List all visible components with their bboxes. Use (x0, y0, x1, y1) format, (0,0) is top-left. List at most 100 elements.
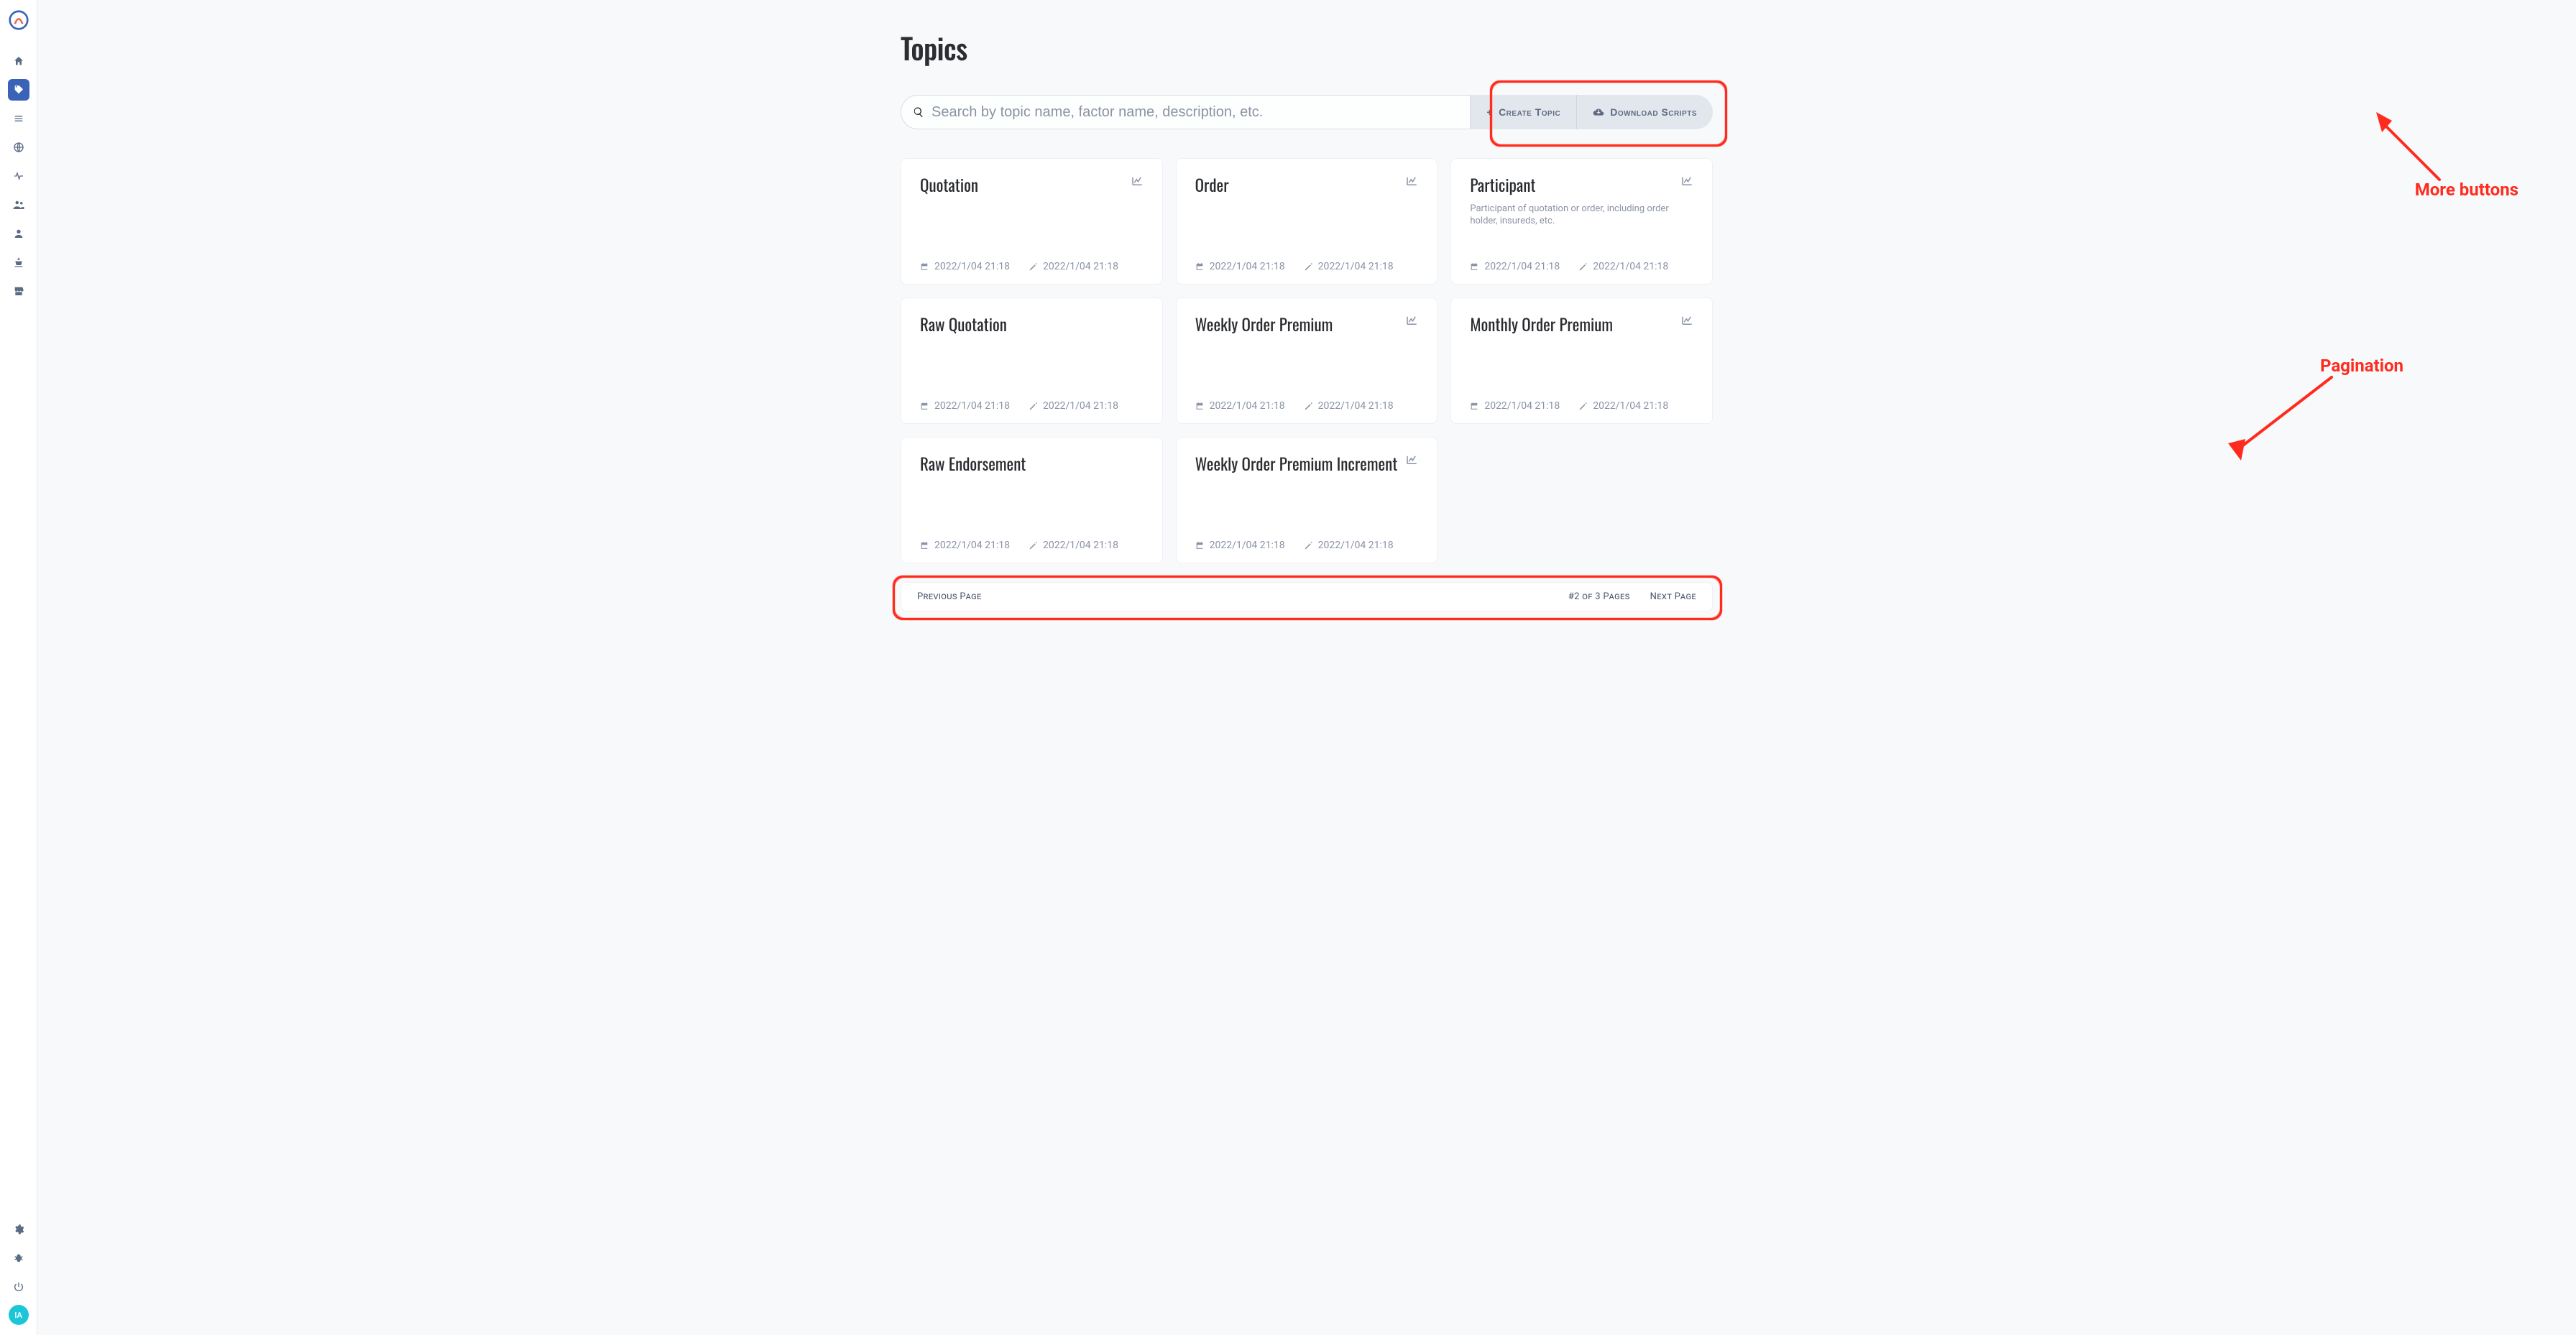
card-description: Participant of quotation or order, inclu… (1470, 203, 1693, 228)
topic-card[interactable]: Weekly Order Premium Increment 2022/1/04 … (1176, 437, 1438, 563)
annotation-label-more-buttons: More buttons (2415, 180, 2518, 200)
cloud-download-icon (1593, 106, 1604, 118)
pencil-icon (1304, 402, 1313, 411)
topic-card[interactable]: Quotation 2022/1/04 21:18 2022/1/04 21:18 (901, 158, 1163, 285)
main: Topics + Create Topic Download Scripts (37, 0, 2576, 1335)
pencil-icon (1578, 262, 1588, 272)
card-created: 2022/1/04 21:18 (1195, 540, 1285, 551)
calendar-icon (920, 541, 929, 550)
card-title: Raw Endorsement (920, 453, 1026, 474)
nav-users[interactable] (8, 194, 29, 216)
nav-topics[interactable] (8, 79, 29, 101)
card-created: 2022/1/04 21:18 (1195, 261, 1285, 272)
power-icon (13, 1281, 24, 1293)
card-title: Weekly Order Premium Increment (1195, 453, 1398, 474)
annotation-arrow-more-buttons (2368, 108, 2454, 187)
topic-card[interactable]: Raw Endorsement 2022/1/04 21:18 2022/1/04 … (901, 437, 1163, 563)
toolbar: + Create Topic Download Scripts (901, 95, 1713, 129)
card-created: 2022/1/04 21:18 (1470, 261, 1560, 272)
nav-app[interactable] (8, 251, 29, 273)
prev-page-link[interactable]: Previous Page (917, 591, 982, 602)
card-modified: 2022/1/04 21:18 (1304, 540, 1394, 551)
create-topic-button[interactable]: + Create Topic (1471, 95, 1576, 129)
card-modified: 2022/1/04 21:18 (1304, 261, 1394, 272)
bug-icon (13, 1252, 24, 1264)
search-icon (913, 106, 924, 118)
chart-icon (1405, 453, 1418, 466)
app-logo (9, 10, 29, 30)
pencil-icon (1029, 402, 1038, 411)
card-title: Order (1195, 175, 1229, 195)
search-input[interactable] (932, 104, 1458, 121)
page-summary: #2 of 3 Pages (1568, 591, 1630, 602)
topic-card[interactable]: Participant Participant of quotation or o… (1450, 158, 1713, 285)
calendar-icon (920, 262, 929, 272)
card-title: Participant (1470, 175, 1535, 195)
calendar-icon (1195, 402, 1205, 411)
card-modified: 2022/1/04 21:18 (1029, 540, 1118, 551)
calendar-icon (1470, 402, 1479, 411)
nav-settings[interactable] (8, 1219, 29, 1240)
pencil-icon (1029, 262, 1038, 272)
page-title: Topics (901, 26, 1713, 69)
pencil-icon (1304, 541, 1313, 550)
card-title: Weekly Order Premium (1195, 314, 1333, 335)
tag-icon (13, 84, 24, 96)
card-created: 2022/1/04 21:18 (920, 261, 1010, 272)
nav-pulse[interactable] (8, 165, 29, 187)
sidebar: IA (0, 0, 37, 1335)
avatar[interactable]: IA (9, 1305, 29, 1325)
nav-globe[interactable] (8, 137, 29, 158)
store-icon (13, 285, 24, 297)
calendar-icon (1195, 262, 1205, 272)
card-title: Monthly Order Premium (1470, 314, 1613, 335)
card-title: Quotation (920, 175, 978, 195)
nav-bug[interactable] (8, 1247, 29, 1269)
card-created: 2022/1/04 21:18 (920, 400, 1010, 412)
users-icon (12, 198, 25, 211)
chart-icon (1405, 175, 1418, 188)
next-page-link[interactable]: Next Page (1650, 591, 1696, 602)
annotation-label-pagination: Pagination (2320, 356, 2404, 376)
pencil-icon (1304, 262, 1313, 272)
card-created: 2022/1/04 21:18 (920, 540, 1010, 551)
card-modified: 2022/1/04 21:18 (1578, 261, 1668, 272)
nav-home[interactable] (8, 50, 29, 72)
calendar-icon (920, 402, 929, 411)
card-created: 2022/1/04 21:18 (1195, 400, 1285, 412)
create-topic-label: Create Topic (1499, 106, 1560, 118)
topic-card[interactable]: Monthly Order Premium 2022/1/04 21:18 2022… (1450, 297, 1713, 424)
download-scripts-button[interactable]: Download Scripts (1576, 95, 1713, 129)
pulse-icon (13, 170, 24, 182)
card-modified: 2022/1/04 21:18 (1304, 400, 1394, 412)
card-created: 2022/1/04 21:18 (1470, 400, 1560, 412)
chart-icon (1680, 175, 1693, 188)
nav-power[interactable] (8, 1276, 29, 1298)
nav-store[interactable] (8, 280, 29, 302)
chart-icon (1680, 314, 1693, 327)
calendar-icon (1195, 541, 1205, 550)
pagination: Previous Page #2 of 3 Pages Next Page (901, 582, 1713, 611)
globe-icon (13, 142, 24, 153)
topic-card[interactable]: Raw Quotation 2022/1/04 21:18 2022/1/04 21… (901, 297, 1163, 424)
topic-card[interactable]: Order 2022/1/04 21:18 2022/1/04 21:18 (1176, 158, 1438, 285)
download-scripts-label: Download Scripts (1610, 106, 1697, 118)
list-icon (13, 113, 24, 124)
card-modified: 2022/1/04 21:18 (1029, 261, 1118, 272)
gear-icon (13, 1224, 24, 1235)
home-icon (13, 55, 24, 67)
topic-card[interactable]: Weekly Order Premium 2022/1/04 21:18 2022/… (1176, 297, 1438, 424)
card-modified: 2022/1/04 21:18 (1029, 400, 1118, 412)
nav-user[interactable] (8, 223, 29, 244)
topics-grid: Quotation2022/1/04 21:182022/1/04 21:18O… (901, 158, 1713, 563)
pencil-icon (1029, 541, 1038, 550)
app-icon (13, 257, 24, 268)
user-icon (13, 228, 24, 239)
nav-list[interactable] (8, 108, 29, 129)
card-title: Raw Quotation (920, 314, 1007, 335)
search-wrap (901, 95, 1471, 129)
plus-icon: + (1486, 106, 1493, 118)
chart-icon (1131, 175, 1144, 188)
card-modified: 2022/1/04 21:18 (1578, 400, 1668, 412)
calendar-icon (1470, 262, 1479, 272)
